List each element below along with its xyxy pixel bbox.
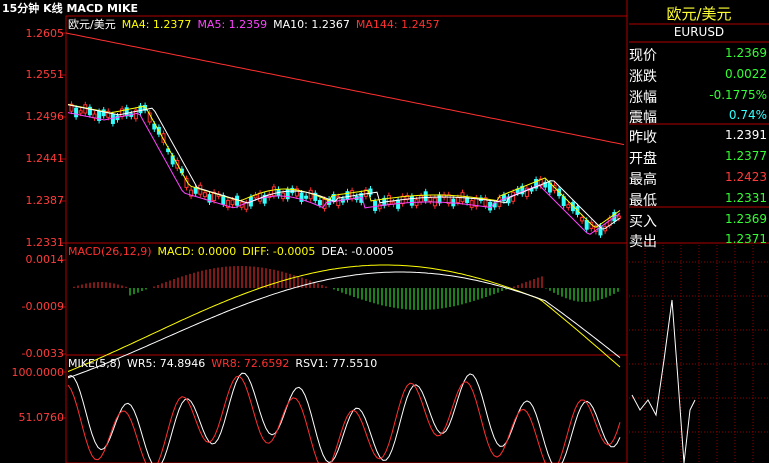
kline-y-label: 1.2496 [25,110,65,123]
candle-body [110,114,115,124]
candle-body [317,200,322,206]
quote-row: 买入 1.2369 [629,209,769,231]
quote-row: 最低 1.2331 [629,188,769,210]
quote-row: 开盘 1.2377 [629,146,769,168]
quote-row: 涨幅 -0.1775% [629,85,769,107]
mike-legend-item: RSV1: 77.5510 [295,357,378,370]
macd-y-label: -0.0033 [21,347,64,360]
mike-legend-item: WR5: 74.8946 [126,357,206,370]
macd-legend-item: DIFF: -0.0005 [242,245,316,258]
quote-row-value: 1.2423 [725,170,767,184]
candle-body [423,191,428,202]
quote-row-label: 买入 [629,214,657,230]
wr5-line [67,372,621,463]
candle-body [350,190,355,200]
quote-row-label: 震幅 [629,110,657,126]
quote-row-label: 涨跌 [629,69,657,85]
macd-legend-item: MACD: 0.0000 [157,245,237,258]
mike-y-label: 100.0000 [11,366,65,379]
wr8-line [67,375,621,463]
macd-legend-item: MACD(26,12,9) [68,245,152,258]
candle-body [386,195,391,205]
quote-row: 现价 1.2369 [629,43,769,65]
candle-body [74,107,79,118]
ma5-line [67,112,621,235]
ma144-line [65,32,625,146]
candle-body [78,110,83,114]
quote-row-value: 1.2371 [725,232,767,246]
diff-line [67,264,621,372]
quote-row-label: 最高 [629,172,657,188]
quote-row-value: 1.2377 [725,149,767,163]
candle-body [616,215,621,219]
macd-legend-item: DEA: -0.0005 [321,245,394,258]
candle-body [304,195,309,199]
quote-row-label: 卖出 [629,234,657,250]
candle-body [428,197,433,202]
macd-y-label: -0.0009 [21,300,64,313]
candle-body [580,216,585,222]
plot-frame [65,15,628,463]
mike-legend: MIKE(5,8) WR5: 74.8946 WR8: 72.6592 RSV1: 7… [68,357,383,370]
kline-y-label: 1.2441 [25,152,65,165]
quote-row-value: 1.2331 [725,191,767,205]
quote-row-label: 昨收 [629,130,657,146]
kline-legend-item: MA4: 1.2377 [121,18,192,31]
kline-legend-item: MA10: 1.2367 [273,18,350,31]
kline-y-label: 1.2387 [25,194,65,207]
kline-legend: 欧元/美元 MA4: 1.2377 MA5: 1.2359 MA10: 1.2367 M… [68,18,446,31]
quote-row: 卖出 1.2371 [629,229,769,251]
candle-body [584,219,589,230]
chart-title: 15分钟 K线 MACD MIKE [2,2,139,15]
mike-legend-item: WR8: 72.6592 [211,357,290,370]
kline-legend-item: 欧元/美元 [68,18,116,31]
mike-y-label: 51.0760 [18,411,65,424]
kline-y-label: 1.2551 [25,68,65,81]
quote-row: 昨收 1.2391 [629,125,769,147]
quote-row-value: 0.74% [728,108,767,122]
candle-body [469,200,474,208]
quote-row-value: 0.0022 [725,67,767,81]
quote-code: EURUSD [673,25,725,39]
candle-body [419,195,424,203]
kline-legend-item: MA5: 1.2359 [197,18,268,31]
quote-row-label: 涨幅 [629,90,657,106]
candle-body [308,189,313,200]
quote-row-value: 1.2391 [725,128,767,142]
macd-y-label: 0.0014 [25,253,65,266]
quote-row-value: 1.2369 [725,46,767,60]
candle-body [409,195,414,206]
quote-row: 最高 1.2423 [629,167,769,189]
macd-legend: MACD(26,12,9) MACD: 0.0000 DIFF: -0.0005 DE… [68,245,400,258]
candle-body [396,199,401,209]
candle-body [377,203,382,210]
quote-row: 震幅 0.74% [629,105,769,127]
candle-body [566,204,571,209]
kline-legend-item: MA144: 1.2457 [355,18,440,31]
quote-row-label: 最低 [629,193,657,209]
ma10-line [67,104,621,230]
candle-body [230,199,235,206]
candle-body [101,109,106,117]
kline-y-label: 1.2331 [25,236,65,249]
kline-y-label: 1.2605 [25,27,65,40]
quote-row-label: 现价 [629,48,657,64]
mike-legend-item: MIKE(5,8) [68,357,121,370]
ma4-line [67,103,621,228]
quote-row-label: 开盘 [629,151,657,167]
candle-body [488,201,493,211]
quote-row-value: -0.1775% [709,88,767,102]
candle-body [258,192,263,202]
quote-name: 欧元/美元 [666,5,732,23]
quote-row-value: 1.2369 [725,212,767,226]
candle-body [202,192,207,198]
quote-row: 涨跌 0.0022 [629,64,769,86]
mini-price-line [631,299,696,463]
candle-body [455,197,460,204]
